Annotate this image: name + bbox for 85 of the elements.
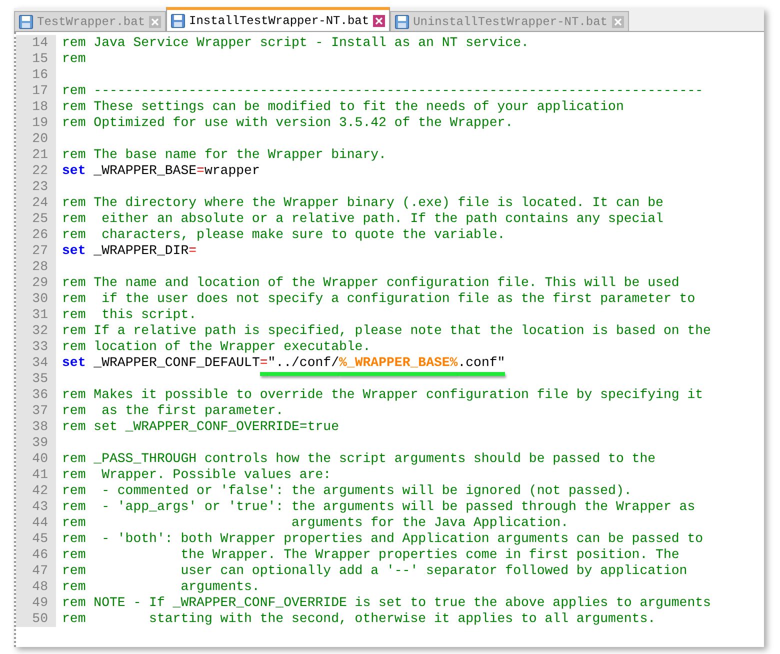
code-text: wrapper <box>204 163 260 178</box>
line-number: 33 <box>32 339 48 355</box>
code-text: rem These settings can be modified to fit the needs of your application <box>62 99 624 114</box>
line-number: 47 <box>32 563 48 579</box>
file-tab[interactable]: TestWrapper.bat <box>14 11 166 31</box>
code-text: rem If a relative path is specified, please note that the location is based on the <box>62 323 711 338</box>
code-text: rem The directory where the Wrapper binary (.exe) file is located. It can be <box>62 195 664 210</box>
line-number: 18 <box>32 99 48 115</box>
line-number: 16 <box>32 67 48 83</box>
line-number: 46 <box>32 547 48 563</box>
line-number: 17 <box>32 83 48 99</box>
line-number: 27 <box>32 243 48 259</box>
code-text: = <box>188 243 197 258</box>
line-number: 28 <box>32 259 48 275</box>
code-text: rem <box>62 51 86 66</box>
code-text: rem Wrapper. Possible values are: <box>62 467 332 482</box>
line-number: 15 <box>32 51 48 67</box>
code-text: rem location of the Wrapper executable. <box>62 339 371 354</box>
line-number: 26 <box>32 227 48 243</box>
code-text: rem Java Service Wrapper script - Install as an NT service. <box>62 35 529 50</box>
code-text: rem set _WRAPPER_CONF_OVERRIDE=true <box>62 419 339 434</box>
code-text: rem ----------------------------------------------------------------------------- <box>62 83 704 98</box>
code-text: rem user can optionally add a '--' separator followed by application <box>62 563 688 578</box>
line-number: 31 <box>32 307 48 323</box>
tab-label: InstallTestWrapper-NT.bat <box>189 12 370 30</box>
line-number: 35 <box>32 371 48 387</box>
line-number: 41 <box>32 467 48 483</box>
code-text: rem the Wrapper. The Wrapper properties come in first position. The <box>62 547 680 562</box>
line-number: 21 <box>32 147 48 163</box>
line-number: 50 <box>32 611 48 627</box>
line-number: 37 <box>32 403 48 419</box>
code-text: _WRAPPER_CONF_DEFAULT <box>92 355 260 370</box>
close-icon[interactable] <box>373 14 386 26</box>
file-tab[interactable]: UninstallTestWrapper-NT.bat <box>390 11 628 31</box>
line-number: 45 <box>32 531 48 547</box>
code-text: rem NOTE - If _WRAPPER_CONF_OVERRIDE is set to true the above applies to arguments <box>62 595 711 610</box>
code-text: rem characters, please make sure to quote the variable. <box>62 227 506 242</box>
code-text: rem arguments for the Java Application. <box>62 515 568 530</box>
code-text: set <box>62 243 86 258</box>
line-number: 24 <box>32 195 48 211</box>
code-text: rem - 'both': both Wrapper properties and Application arguments can be passed to <box>62 531 704 546</box>
line-number: 44 <box>32 515 48 531</box>
line-number: 25 <box>32 211 48 227</box>
code-text: rem as the first parameter. <box>62 403 284 418</box>
line-number: 40 <box>32 451 48 467</box>
line-number: 30 <box>32 291 48 307</box>
file-tab[interactable]: InstallTestWrapper-NT.bat <box>166 7 390 31</box>
code-text: rem Optimized for use with version 3.5.42 of the Wrapper. <box>62 115 514 130</box>
line-number: 39 <box>32 435 48 451</box>
code-text: _WRAPPER_DIR <box>92 243 189 258</box>
code-text: = <box>260 355 268 370</box>
line-number: 32 <box>32 323 48 339</box>
code-text: rem - 'app_args' or 'true': the arguments will be passed through the Wrapper as <box>62 499 696 514</box>
line-number: 14 <box>32 35 48 51</box>
code-text: rem The base name for the Wrapper binary. <box>62 147 386 162</box>
line-number: 34 <box>32 355 48 371</box>
code-text: rem starting with the second, otherwise it applies to all arguments. <box>62 611 656 626</box>
line-number: 36 <box>32 387 48 403</box>
code-text: rem this script. <box>62 307 197 322</box>
code-text: %_WRAPPER_BASE% <box>339 355 458 370</box>
code-text: .conf″ <box>458 355 506 370</box>
code-text: set <box>62 355 86 370</box>
code-text: set <box>62 163 86 178</box>
code-text: rem arguments. <box>62 579 260 594</box>
line-number: 22 <box>32 163 48 179</box>
code-text: ″../conf/ <box>268 355 340 370</box>
line-number: 19 <box>32 115 48 131</box>
code-text: rem either an absolute or a relative path. If the path contains any special <box>62 211 664 226</box>
code-text: _WRAPPER_BASE <box>92 163 197 178</box>
code-text: rem _PASS_THROUGH controls how the script arguments should be passed to the <box>62 451 656 466</box>
line-number: 29 <box>32 275 48 291</box>
line-number: 42 <box>32 483 48 499</box>
code-text: rem The name and location of the Wrapper configuration file. This will be used <box>62 275 680 290</box>
tab-label: TestWrapper.bat <box>37 14 146 30</box>
line-number: 20 <box>32 131 48 147</box>
line-number: 48 <box>32 579 48 595</box>
line-number: 23 <box>32 179 48 195</box>
code-text: rem if the user does not specify a configuration file as the first parameter to <box>62 291 696 306</box>
code-text: rem - commented or 'false': the arguments will be ignored (not passed). <box>62 483 632 498</box>
code-text: = <box>196 163 204 178</box>
line-number: 38 <box>32 419 48 435</box>
line-number: 49 <box>32 595 48 611</box>
tab-label: UninstallTestWrapper-NT.bat <box>413 14 608 30</box>
line-number: 43 <box>32 499 48 515</box>
code-text: rem Makes it possible to override the Wrapper configuration file by specifying it <box>62 387 704 402</box>
